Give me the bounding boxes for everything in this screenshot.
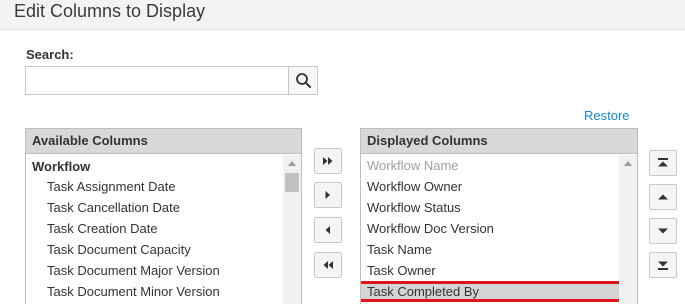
remove-icon (325, 226, 330, 234)
move-down-button[interactable] (649, 218, 677, 244)
list-item-selected[interactable]: Task Completed By (361, 281, 631, 302)
available-columns-header: Available Columns (26, 129, 301, 154)
move-to-bottom-icon (658, 261, 668, 270)
list-item[interactable]: Task Document Capacity (26, 239, 283, 260)
dialog-title: Edit Columns to Display (14, 1, 206, 21)
available-columns-list: Workflow Task Assignment Date Task Cance… (26, 155, 283, 304)
list-item[interactable]: Task Owner (361, 260, 619, 281)
list-item[interactable]: Task Assignment Date (26, 176, 283, 197)
search-input[interactable] (26, 67, 288, 94)
move-to-top-icon (658, 158, 668, 167)
remove-button[interactable] (314, 217, 342, 243)
add-icon (325, 191, 330, 199)
move-to-top-button[interactable] (649, 150, 677, 176)
move-to-bottom-button[interactable] (649, 252, 677, 278)
scroll-up-icon[interactable] (288, 161, 296, 166)
add-button[interactable] (314, 182, 342, 208)
list-item[interactable]: Task Document Major Version (26, 260, 283, 281)
move-up-icon (658, 194, 668, 200)
list-item: Workflow Name (367, 158, 459, 173)
list-item[interactable]: Task Creation Date (26, 218, 283, 239)
move-up-button[interactable] (649, 184, 677, 210)
search-field (25, 66, 318, 95)
list-item[interactable]: Task Document Minor Version (26, 281, 283, 302)
dialog-title-bar: Edit Columns to Display (0, 0, 685, 30)
search-icon (296, 73, 311, 88)
search-button[interactable] (288, 67, 317, 94)
displayed-columns-header: Displayed Columns (361, 129, 637, 154)
list-item[interactable]: Task Name (361, 239, 619, 260)
add-all-icon (323, 157, 333, 165)
displayed-columns-panel: Displayed Columns Workflow Name Workflow… (360, 128, 638, 304)
restore-link[interactable]: Restore (584, 108, 630, 123)
search-label: Search: (26, 47, 74, 62)
remove-all-icon (323, 261, 333, 269)
list-item[interactable]: Workflow Status (361, 197, 619, 218)
available-columns-panel: Available Columns Workflow Task Assignme… (25, 128, 302, 304)
move-down-icon (658, 228, 668, 234)
scroll-thumb[interactable] (285, 173, 299, 192)
list-item[interactable]: Workflow Doc Version (361, 218, 619, 239)
available-scrollbar[interactable] (283, 155, 301, 304)
list-group-workflow[interactable]: Workflow (26, 155, 283, 176)
remove-all-button[interactable] (314, 252, 342, 278)
displayed-columns-list: Workflow Name Workflow Owner Workflow St… (361, 155, 631, 304)
scroll-up-icon[interactable] (624, 161, 632, 166)
list-item[interactable]: Task Cancellation Date (26, 197, 283, 218)
displayed-scrollbar[interactable] (619, 155, 637, 304)
add-all-button[interactable] (314, 148, 342, 174)
list-item[interactable]: Workflow Owner (361, 176, 619, 197)
